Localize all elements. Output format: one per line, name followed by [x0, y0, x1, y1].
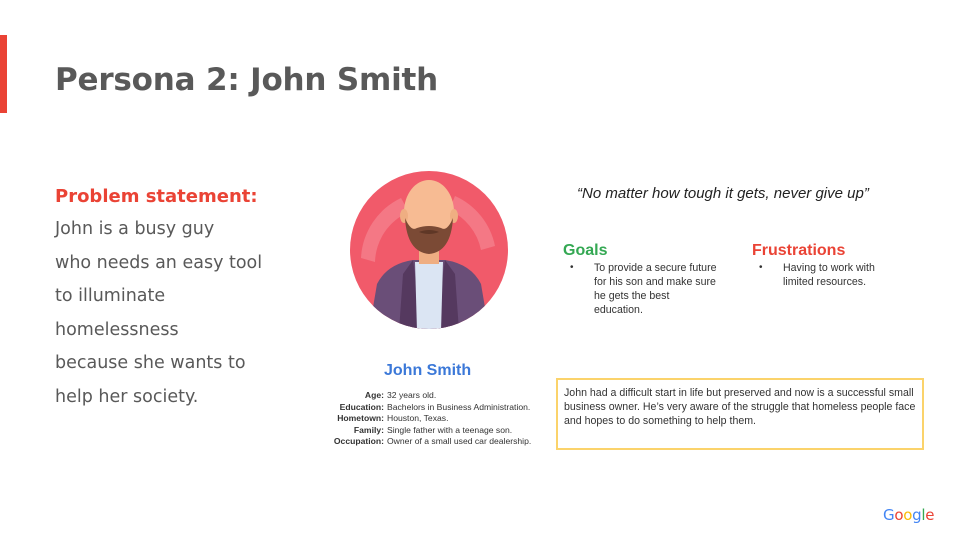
detail-value: Houston, Texas. [387, 413, 449, 424]
detail-label: Education: [339, 401, 384, 412]
persona-details: Age: 32 years old. Education: Bachelors … [300, 390, 531, 448]
accent-bar [0, 35, 7, 113]
detail-row: Hometown: Houston, Texas. [300, 413, 531, 425]
logo-letter: g [912, 506, 922, 524]
detail-row: Age: 32 years old. [300, 390, 531, 402]
detail-label: Occupation: [333, 436, 384, 447]
detail-value: 32 years old. [387, 390, 437, 400]
logo-letter: G [883, 506, 895, 524]
problem-line: who needs an easy tool [55, 252, 263, 273]
logo-letter: e [925, 506, 935, 524]
problem-line: homelessness [55, 319, 179, 340]
persona-avatar [350, 171, 508, 329]
detail-value: Single father with a teenage son. [387, 424, 513, 435]
frustration-item: Having to work with limited resources. [757, 261, 907, 289]
google-logo: Google [883, 506, 934, 524]
problem-line: John is a busy guy [55, 219, 215, 239]
detail-row: Family: Single father with a teenage son… [300, 425, 531, 437]
frustrations-list: Having to work with limited resources. [757, 261, 907, 289]
title-name: John Smith [250, 62, 439, 98]
detail-label: Hometown: [337, 413, 384, 424]
persona-name: John Smith [384, 362, 472, 379]
goal-item: To provide a secure future for his son a… [568, 261, 718, 317]
persona-quote: “No matter how tough it gets, never give… [577, 185, 869, 202]
detail-value: Owner of a small used car dealership. [387, 436, 532, 447]
goals-list: To provide a secure future for his son a… [568, 261, 718, 317]
goals-heading: Goals [563, 242, 608, 259]
logo-letter: o [903, 506, 913, 524]
slide-title: Persona 2: John Smith [55, 62, 438, 98]
detail-label: Age: [364, 390, 384, 400]
problem-statement: Problem statement: John is a busy guy wh… [55, 180, 295, 415]
detail-row: Education: Bachelors in Business Adminis… [300, 402, 531, 414]
detail-value: Bachelors in Business Administration. [387, 401, 531, 412]
detail-row: Occupation: Owner of a small used car de… [300, 436, 531, 448]
problem-line: because she wants to [55, 353, 246, 374]
title-prefix: Persona 2: [55, 62, 251, 98]
detail-label: Family: [353, 424, 384, 435]
problem-line: to illuminate [55, 286, 166, 307]
problem-heading: Problem statement: [55, 186, 258, 207]
problem-line: help her society. [55, 386, 199, 407]
bio-box: John had a difficult start in life but p… [556, 378, 924, 450]
logo-letter: o [894, 506, 904, 524]
shirt [415, 262, 443, 329]
frustrations-heading: Frustrations [752, 242, 846, 259]
